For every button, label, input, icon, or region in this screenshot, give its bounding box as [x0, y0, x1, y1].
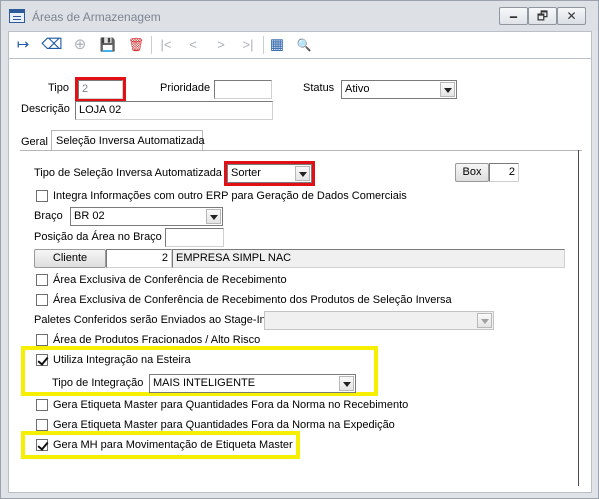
tab-geral[interactable]: Geral	[21, 136, 48, 148]
area-fracionados-checkbox[interactable]	[36, 334, 48, 346]
descricao-field[interactable]: LOJA 02	[75, 101, 273, 120]
tab-selecao-inversa[interactable]: Seleção Inversa Automatizada	[51, 130, 205, 151]
window-title: Áreas de Armazenagem	[32, 10, 161, 24]
maximize-button[interactable]: 🗗	[528, 7, 557, 25]
search-icon[interactable]: 🔍	[292, 34, 316, 56]
minimize-button[interactable]: 🗕	[499, 7, 528, 25]
gera-mh-label: Gera MH para Movimentação de Etiqueta Ma…	[53, 439, 293, 451]
panel-border	[578, 150, 579, 486]
delete-icon[interactable]: 🗑	[124, 34, 148, 56]
utiliza-esteira-checkbox[interactable]	[36, 354, 48, 366]
tipo-integracao-select[interactable]: MAIS INTELIGENTE	[149, 374, 356, 393]
previous-record-icon[interactable]: <	[181, 34, 205, 56]
status-select[interactable]: Ativo	[341, 80, 457, 99]
prioridade-label: Prioridade	[160, 82, 211, 94]
grid-icon[interactable]: ▦	[265, 34, 289, 56]
chevron-down-icon[interactable]	[206, 209, 221, 224]
integra-erp-label: Integra Informações com outro ERP para G…	[53, 190, 407, 202]
gera-etiqueta-exped-label: Gera Etiqueta Master para Quantidades Fo…	[53, 419, 395, 431]
status-label: Status	[303, 82, 335, 94]
chevron-down-icon[interactable]	[440, 82, 455, 97]
braco-label: Braço	[34, 210, 63, 222]
area-fracionados-label: Área de Produtos Fracionados / Alto Risc…	[53, 334, 261, 346]
close-button[interactable]: ✕	[557, 7, 586, 25]
area-conf-prod-checkbox[interactable]	[36, 294, 48, 306]
tipo-selecao-label: Tipo de Seleção Inversa Automatizada	[34, 167, 222, 179]
app-window: Áreas de Armazenagem 🗕 🗗 ✕ ↦ ⌫ ⊕ 💾 🗑 |< …	[0, 0, 599, 499]
posicao-field[interactable]	[165, 228, 224, 247]
area-conf-receb-checkbox[interactable]	[36, 274, 48, 286]
area-conf-receb-label: Área Exclusiva de Conferência de Recebim…	[53, 274, 287, 286]
title-bar[interactable]: Áreas de Armazenagem 🗕 🗗 ✕	[1, 1, 598, 31]
braco-select[interactable]: BR 02	[70, 207, 223, 226]
tab-divider	[20, 150, 582, 151]
next-record-icon[interactable]: >	[209, 34, 233, 56]
tipo-selecao-highlight	[224, 161, 315, 186]
area-conf-prod-label: Área Exclusiva de Conferência de Recebim…	[53, 294, 452, 306]
posicao-label: Posição da Área no Braço	[34, 231, 162, 243]
app-icon	[9, 9, 25, 23]
chevron-down-icon[interactable]	[339, 376, 354, 391]
save-icon[interactable]: 💾	[96, 34, 120, 56]
exit-icon[interactable]: ↦	[11, 34, 35, 56]
last-record-icon[interactable]: >|	[236, 34, 260, 56]
eraser-icon[interactable]: ⌫	[40, 34, 64, 56]
add-circle-icon[interactable]: ⊕	[68, 34, 92, 56]
gera-mh-checkbox[interactable]	[36, 439, 48, 451]
status-value: Ativo	[345, 83, 370, 95]
gera-etiqueta-exped-checkbox[interactable]	[36, 419, 48, 431]
tipo-integracao-label: Tipo de Integração	[52, 377, 144, 389]
box-button[interactable]: Box	[455, 163, 489, 182]
descricao-label: Descrição	[21, 103, 70, 115]
box-field[interactable]: 2	[489, 163, 519, 182]
prioridade-field[interactable]	[214, 80, 272, 99]
toolbar-separator	[263, 36, 264, 54]
paletes-label: Paletes Conferidos serão Enviados ao Sta…	[34, 314, 266, 326]
tipo-integracao-value: MAIS INTELIGENTE	[153, 377, 256, 389]
braco-value: BR 02	[74, 210, 105, 222]
paletes-select[interactable]	[264, 311, 494, 330]
integra-erp-checkbox[interactable]	[36, 190, 48, 202]
tipo-label: Tipo	[48, 82, 69, 94]
gera-etiqueta-receb-checkbox[interactable]	[36, 399, 48, 411]
chevron-down-icon[interactable]	[477, 313, 492, 328]
toolbar: ↦ ⌫ ⊕ 💾 🗑 |< < > >| ▦ 🔍	[8, 31, 592, 59]
gera-etiqueta-receb-label: Gera Etiqueta Master para Quantidades Fo…	[53, 399, 409, 411]
tab-selecao-label: Seleção Inversa Automatizada	[56, 135, 205, 147]
cliente-code-field[interactable]: 2	[106, 249, 172, 268]
form-area: Tipo 2 Prioridade Status Ativo Descrição…	[8, 59, 592, 493]
cliente-name-field: EMPRESA SIMPL NAC	[172, 249, 565, 268]
toolbar-separator	[151, 36, 152, 54]
cliente-button[interactable]: Cliente	[34, 249, 106, 268]
tipo-highlight	[75, 77, 126, 102]
utiliza-esteira-label: Utiliza Integração na Esteira	[53, 354, 191, 366]
first-record-icon[interactable]: |<	[154, 34, 178, 56]
